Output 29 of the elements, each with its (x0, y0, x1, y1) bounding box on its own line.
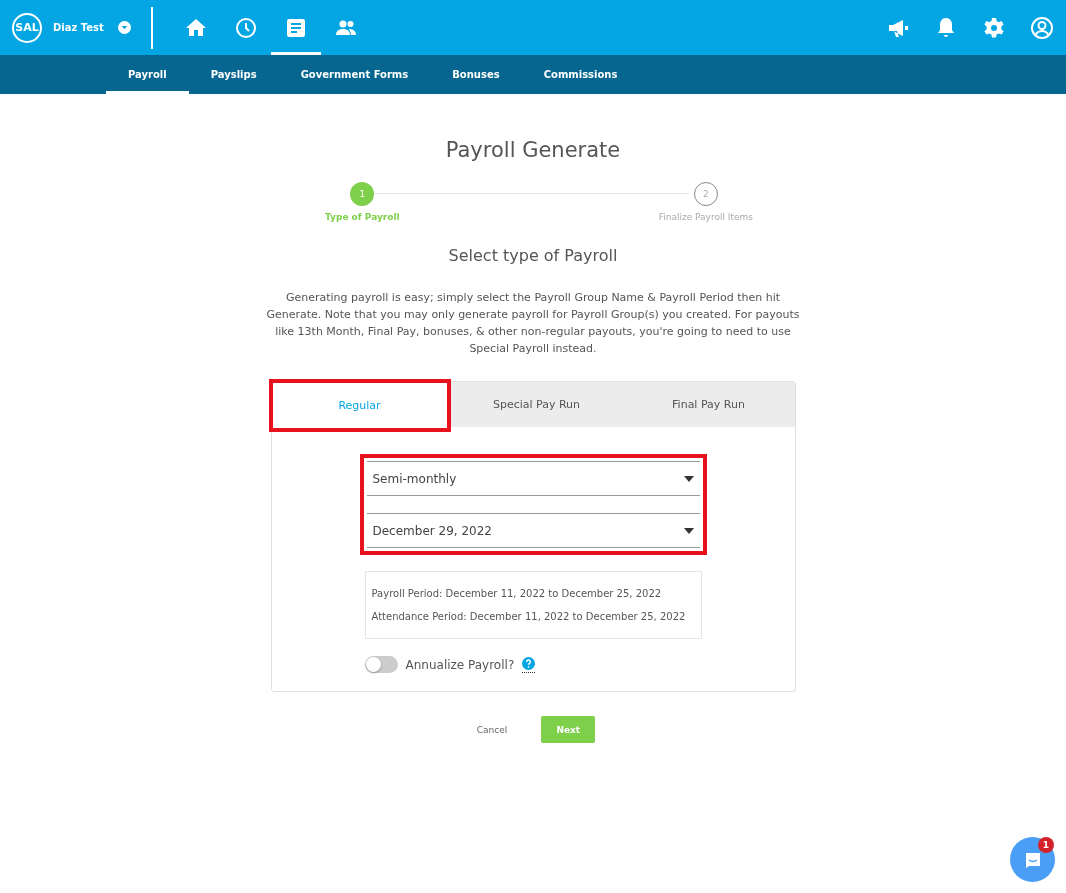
tab[interactable]: Special Pay Run (450, 382, 623, 427)
help-icon[interactable] (522, 656, 536, 673)
sub-nav-tab[interactable]: Commissions (521, 55, 640, 94)
step-label: Type of Payroll (325, 212, 400, 222)
select-field[interactable]: Semi-monthly (366, 461, 700, 496)
sub-nav-tab[interactable]: Payroll (106, 55, 189, 94)
user-icon[interactable] (1030, 15, 1054, 40)
sub-nav-tab[interactable]: Government Forms (278, 55, 431, 94)
tab[interactable]: Final Pay Run (622, 382, 795, 427)
sub-nav-tab[interactable]: Payslips (188, 55, 279, 94)
section-title: Select type of Payroll (448, 246, 618, 265)
sub-nav-tab[interactable]: Bonuses (430, 55, 522, 94)
step-number: 2 (693, 182, 718, 206)
step-number: 1 (350, 182, 375, 206)
period-text: Attendance Period: December 11, 2022 to December 25, 2022 (371, 610, 687, 624)
settings-icon[interactable] (982, 15, 1006, 40)
toggle-switch[interactable] (364, 656, 398, 673)
dropdown-icon[interactable] (117, 21, 131, 34)
description: Generating payroll is easy; simply select the Payroll Group Name & Payroll Period then hit Generate. Note that you may only generate payroll for Payroll Group(s) you created. For payouts like 13th Month, Final Pay, bonuses, & other non-regular payouts, you're going to need to use Special Payroll instead. (265, 290, 801, 357)
page-title: Payroll Generate (445, 138, 621, 162)
caret-icon (683, 475, 694, 482)
select-field[interactable]: December 29, 2022 (366, 513, 700, 548)
chat-button[interactable] (1010, 837, 1055, 882)
period-text: Payroll Period: December 11, 2022 to December 25, 2022 (371, 587, 663, 601)
notification-badge: 1 (1038, 837, 1054, 853)
caret-icon (683, 527, 694, 534)
cancel-button[interactable]: Cancel (470, 723, 514, 736)
toggle-label: Annualize Payroll? (405, 657, 515, 672)
step-label: Finalize Payroll Items (658, 212, 753, 222)
